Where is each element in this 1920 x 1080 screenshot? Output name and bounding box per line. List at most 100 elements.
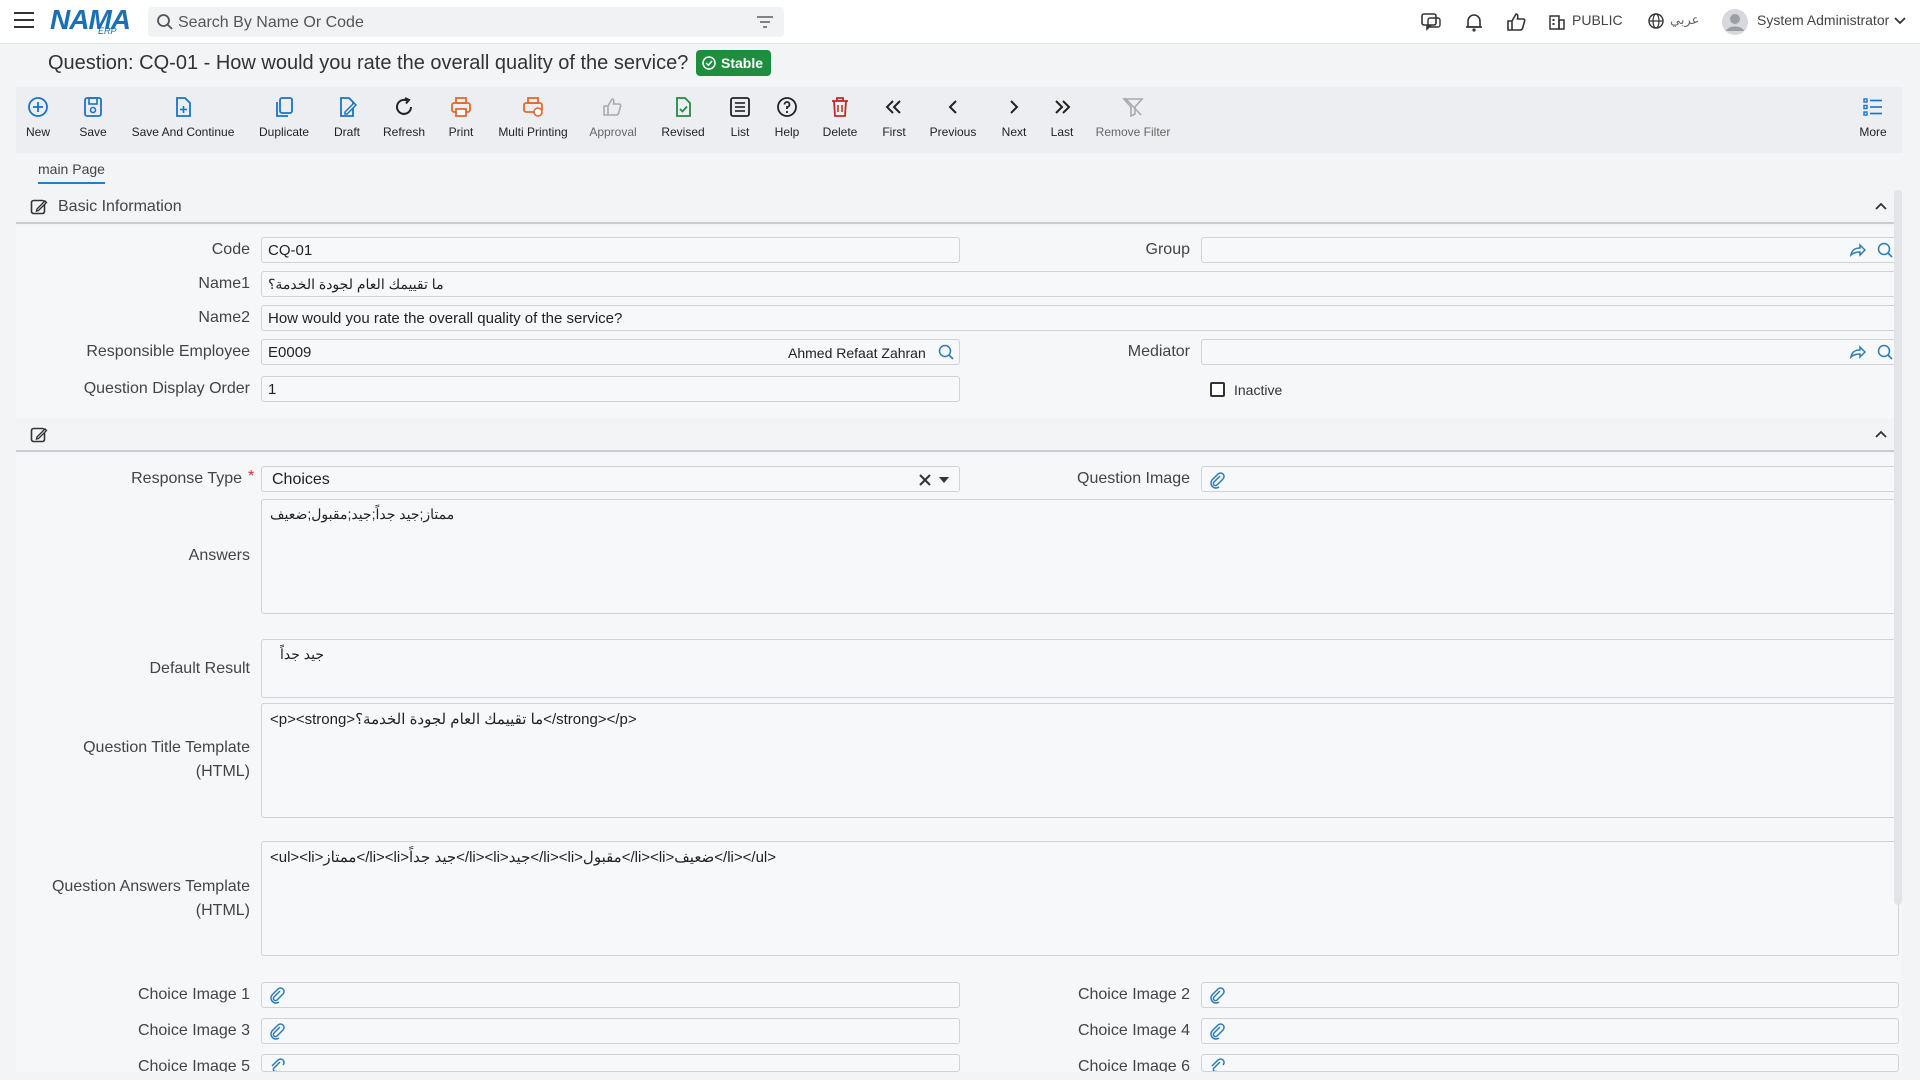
basic-information-header[interactable]: Basic Information xyxy=(16,190,1902,224)
code-field[interactable]: CQ-01 xyxy=(261,237,960,263)
approval-button[interactable]: Approval xyxy=(588,95,638,139)
share-icon[interactable] xyxy=(1848,343,1866,361)
response-type-select[interactable]: Choices xyxy=(261,466,960,492)
plus-circle-icon xyxy=(28,97,48,117)
branch-selector[interactable]: PUBLIC xyxy=(1572,12,1623,28)
duplicate-button[interactable]: Duplicate xyxy=(258,95,310,139)
new-button[interactable]: New xyxy=(26,95,50,139)
choice-image-4-field[interactable] xyxy=(1201,1018,1899,1044)
chat-icon[interactable] xyxy=(1420,11,1442,33)
name2-field[interactable]: How would you rate the overall quality o… xyxy=(261,305,1899,331)
more-button[interactable]: More xyxy=(1858,95,1888,139)
list-button[interactable]: List xyxy=(728,95,752,139)
copy-icon xyxy=(276,97,293,117)
title-template-textarea[interactable]: <p><strong>ما تقييمك العام لجودة الخدمة؟… xyxy=(261,703,1899,818)
group-field[interactable] xyxy=(1201,237,1899,263)
share-icon[interactable] xyxy=(1848,241,1866,259)
user-name[interactable]: System Administrator xyxy=(1757,12,1889,28)
paperclip-icon[interactable] xyxy=(268,986,286,1004)
scrollbar[interactable] xyxy=(1894,190,1902,905)
search-input[interactable]: Search By Name Or Code xyxy=(148,7,784,37)
bottom-edge xyxy=(0,1072,1920,1080)
choice-image-3-field[interactable] xyxy=(261,1018,960,1044)
revised-button[interactable]: Revised xyxy=(660,95,706,139)
app-logo-sub: ERP xyxy=(98,26,117,36)
lookup-search-icon[interactable] xyxy=(1876,241,1894,259)
search-placeholder: Search By Name Or Code xyxy=(178,14,364,31)
clear-icon[interactable] xyxy=(918,473,932,487)
response-type-label: Response Type xyxy=(131,470,242,487)
responsible-employee-field[interactable]: E0009 Ahmed Refaat Zahran xyxy=(261,339,960,365)
choice-image-1-field[interactable] xyxy=(261,982,960,1008)
choice-image-6-field[interactable] xyxy=(1201,1054,1899,1072)
lookup-search-icon[interactable] xyxy=(937,343,955,361)
chevrons-left-icon xyxy=(885,100,901,114)
globe-icon[interactable] xyxy=(1647,12,1665,30)
more-label: More xyxy=(1859,125,1887,139)
default-result-textarea[interactable]: جيد جداً xyxy=(261,639,1899,698)
save-button[interactable]: Save xyxy=(78,95,108,139)
paperclip-icon[interactable] xyxy=(1208,986,1226,1004)
answers-template-label: Question Answers Template (HTML) xyxy=(20,878,250,920)
printer-icon xyxy=(451,97,471,117)
chevron-up-icon[interactable] xyxy=(1874,428,1888,442)
list-label: List xyxy=(730,125,750,139)
filter-icon[interactable] xyxy=(756,15,774,29)
approval-label: Approval xyxy=(589,125,637,139)
help-button[interactable]: Help xyxy=(774,95,800,139)
new-label: New xyxy=(26,125,51,139)
section-title: Basic Information xyxy=(58,198,182,215)
question-image-field[interactable] xyxy=(1201,466,1899,492)
edit-icon xyxy=(30,199,48,215)
choice-image-2-field[interactable] xyxy=(1201,982,1899,1008)
list-icon xyxy=(730,97,750,117)
next-button[interactable]: Next xyxy=(1000,95,1028,139)
chevron-left-icon xyxy=(948,100,957,114)
response-section-header[interactable] xyxy=(16,418,1902,452)
bell-icon[interactable] xyxy=(1463,11,1485,33)
print-label: Print xyxy=(448,125,474,139)
choice-image-2-label: Choice Image 2 xyxy=(1077,986,1190,1003)
save-and-continue-button[interactable]: Save And Continue xyxy=(130,95,236,139)
thumbs-up-icon[interactable] xyxy=(1505,11,1527,33)
dropdown-caret-icon[interactable] xyxy=(938,476,950,484)
app-logo[interactable]: NAMA xyxy=(50,4,131,36)
mediator-field[interactable] xyxy=(1201,339,1899,365)
lookup-search-icon[interactable] xyxy=(1876,343,1894,361)
choice-image-1-label: Choice Image 1 xyxy=(137,986,250,1003)
paperclip-icon[interactable] xyxy=(1208,1057,1226,1071)
previous-button[interactable]: Previous xyxy=(928,95,978,139)
chevron-up-icon[interactable] xyxy=(1874,200,1888,214)
chevron-down-icon[interactable] xyxy=(1894,16,1906,26)
refresh-button[interactable]: Refresh xyxy=(382,95,426,139)
name1-label: Name1 xyxy=(198,275,250,292)
name1-field[interactable]: ما تقييمك العام لجودة الخدمة؟ xyxy=(261,271,1899,297)
multi-printing-button[interactable]: Multi Printing xyxy=(496,95,570,139)
answers-template-textarea[interactable]: <ul><li>ممتاز</li><li>جيد جداً</li><li>ج… xyxy=(261,841,1899,956)
page-title: Question: CQ-01 - How would you rate the… xyxy=(48,52,689,74)
remove-filter-button[interactable]: Remove Filter xyxy=(1094,95,1172,139)
last-button[interactable]: Last xyxy=(1048,95,1076,139)
paperclip-icon[interactable] xyxy=(1208,471,1226,489)
answers-textarea[interactable]: ممتاز;جيد جداً;جيد;مقبول;ضعيف xyxy=(261,499,1899,614)
avatar[interactable] xyxy=(1722,9,1748,35)
file-edit-icon xyxy=(340,97,358,117)
paperclip-icon[interactable] xyxy=(268,1057,286,1071)
language-switch[interactable]: عربي xyxy=(1670,12,1699,28)
title-template-label-line2: (HTML) xyxy=(195,763,250,780)
choice-image-3-label: Choice Image 3 xyxy=(137,1022,250,1039)
print-button[interactable]: Print xyxy=(446,95,476,139)
tab-main-page[interactable]: main Page xyxy=(38,161,105,184)
trash-icon xyxy=(832,97,848,117)
draft-button[interactable]: Draft xyxy=(332,95,362,139)
delete-button[interactable]: Delete xyxy=(822,95,858,139)
paperclip-icon[interactable] xyxy=(1208,1022,1226,1040)
inactive-checkbox[interactable] xyxy=(1210,382,1225,397)
menu-icon[interactable] xyxy=(14,12,34,30)
first-button[interactable]: First xyxy=(880,95,908,139)
first-label: First xyxy=(882,125,906,139)
edit-icon xyxy=(30,427,48,443)
display-order-field[interactable]: 1 xyxy=(261,376,960,402)
paperclip-icon[interactable] xyxy=(268,1022,286,1040)
choice-image-5-field[interactable] xyxy=(261,1054,960,1072)
